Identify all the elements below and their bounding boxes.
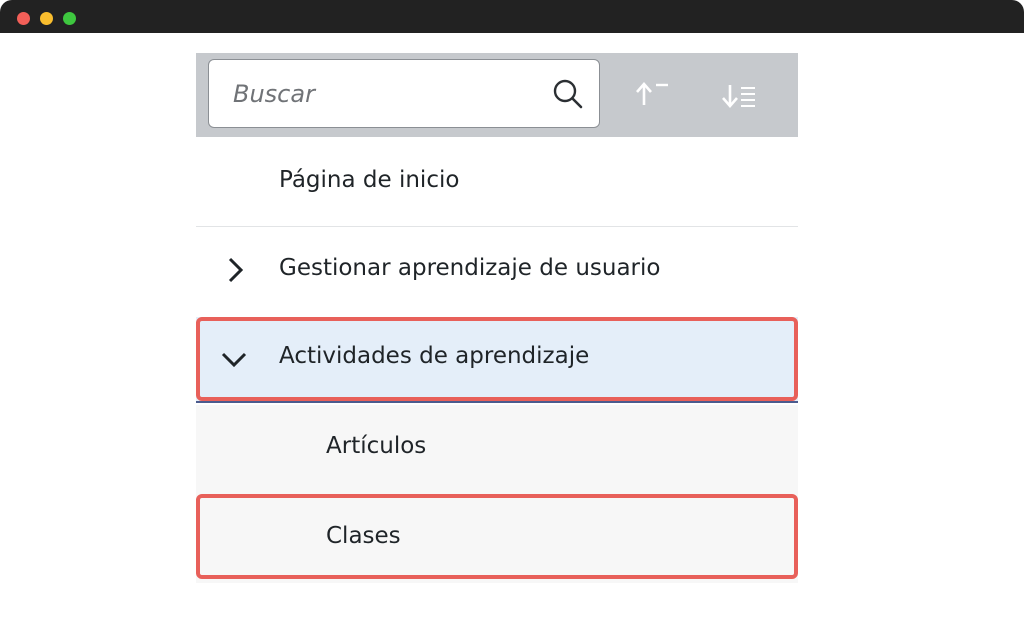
navigation-panel: Página de inicio Gestionar aprendizaje d… xyxy=(196,53,798,583)
close-window-button[interactable] xyxy=(17,12,30,25)
nav-toolbar xyxy=(196,53,798,137)
nav-item-label: Actividades de aprendizaje xyxy=(279,343,590,369)
maximize-window-button[interactable] xyxy=(63,12,76,25)
title-bar xyxy=(0,0,1024,33)
nav-subitem-label: Clases xyxy=(326,523,401,549)
search-icon[interactable] xyxy=(551,78,585,112)
nav-item-home[interactable]: Página de inicio xyxy=(196,140,798,227)
nav-item-manage-user-learning[interactable]: Gestionar aprendizaje de usuario xyxy=(196,228,798,315)
nav-subitem-classes[interactable]: Clases xyxy=(196,493,798,583)
nav-subitem-label: Artículos xyxy=(326,433,427,459)
nav-subitem-articles[interactable]: Artículos xyxy=(196,405,798,493)
app-window: Página de inicio Gestionar aprendizaje d… xyxy=(0,0,1024,640)
search-input[interactable] xyxy=(233,76,533,112)
chevron-down-icon[interactable] xyxy=(220,347,248,375)
nav-item-learning-activities[interactable]: Actividades de aprendizaje xyxy=(196,317,798,403)
sort-ascending-icon[interactable] xyxy=(632,73,676,117)
minimize-window-button[interactable] xyxy=(40,12,53,25)
nav-item-label: Página de inicio xyxy=(279,167,460,193)
sort-descending-icon[interactable] xyxy=(718,73,762,117)
nav-item-label: Gestionar aprendizaje de usuario xyxy=(279,255,661,281)
chevron-right-icon[interactable] xyxy=(222,256,250,284)
search-field[interactable] xyxy=(208,59,600,128)
